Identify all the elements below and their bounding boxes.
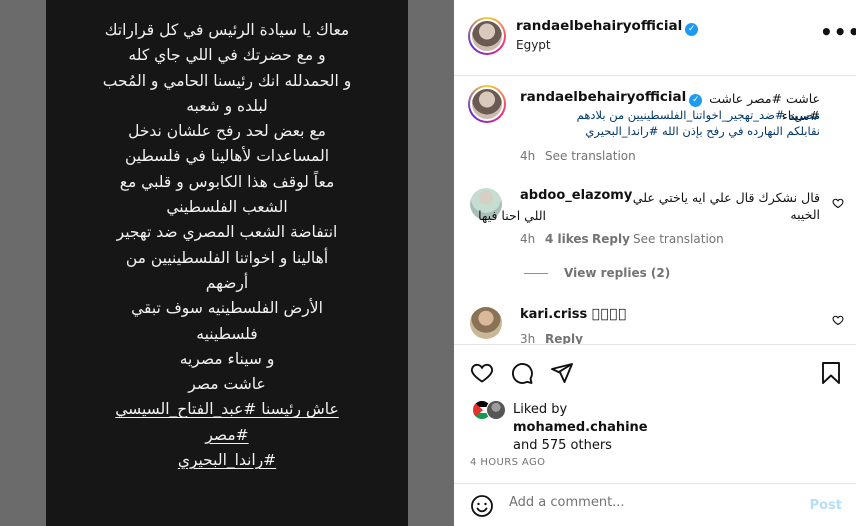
like-comment-heart-icon[interactable] <box>832 197 844 209</box>
liked-by-prefix: Liked by <box>513 402 568 417</box>
caption-time: 4h <box>520 149 536 163</box>
story-line: عاشت مصر <box>188 375 266 394</box>
story-line: و مع حضرتك في اللي جاي كله <box>128 46 326 65</box>
story-line: فلسطينيه <box>196 324 258 343</box>
story-line: معاً لوقف هذا الكابوس و قلبي مع <box>119 172 335 191</box>
media-backdrop: معاك يا سيادة الرئيس في كل قراراتك و مع … <box>0 0 454 526</box>
post-comment-button[interactable]: Post <box>810 498 842 513</box>
story-line: الشعب الفلسطيني <box>166 198 288 217</box>
emoji-smiley-icon[interactable] <box>470 494 494 518</box>
caption-text-line3: نقابلكم النهارده في رفح بإذن الله #راندا… <box>585 124 820 138</box>
comments-section[interactable]: randaelbehairyofficial ✓ عاشت #مصر عاشت #… <box>454 77 856 344</box>
like-heart-icon[interactable] <box>470 361 494 385</box>
liked-by-others[interactable]: and 575 others <box>513 438 612 453</box>
post-timestamp[interactable]: 4 HOURS AGO <box>470 457 545 468</box>
liked-by-user[interactable]: mohamed.chahine <box>513 420 648 435</box>
story-text: معاك يا سيادة الرئيس في كل قراراتك و مع … <box>46 18 408 473</box>
story-image: معاك يا سيادة الرئيس في كل قراراتك و مع … <box>46 0 408 526</box>
story-line: المساعدات لأهالينا في فلسطين <box>124 147 330 166</box>
more-options-icon[interactable]: ••• <box>820 20 856 44</box>
story-line: معاك يا سيادة الرئيس في كل قراراتك <box>104 21 350 39</box>
verified-badge-icon: ✓ <box>685 23 699 36</box>
comment-reply-text[interactable]: Reply <box>592 232 630 246</box>
story-line: مع بعض لحد رفح علشان ندخل <box>128 122 326 141</box>
story-line: أرضهم <box>205 273 249 292</box>
comment-reply[interactable]: Reply <box>545 332 583 344</box>
post-header: randaelbehairyofficial✓ Egypt ••• <box>454 0 856 76</box>
comment-reply[interactable]: Reply <box>592 232 630 246</box>
post-location[interactable]: Egypt <box>516 38 551 52</box>
save-bookmark-icon[interactable] <box>820 361 842 385</box>
post-actions: Liked by mohamed.chahine and 575 others … <box>454 344 856 524</box>
story-line: انتفاضة الشعب المصري ضد تهجير <box>116 223 338 242</box>
share-send-icon[interactable] <box>550 361 574 385</box>
comment-username-text[interactable]: kari.criss <box>520 307 587 322</box>
commenter-avatar[interactable] <box>470 307 502 339</box>
liker-avatar[interactable] <box>486 400 506 420</box>
comment-username[interactable]: kari.criss      <box>520 307 627 322</box>
author-username[interactable]: randaelbehairyofficial ✓ <box>516 18 699 36</box>
story-line: أهالينا و اخواتنا الفلسطينيين من <box>125 248 329 267</box>
comment-time: 4h <box>520 232 536 246</box>
story-hashtag-line: عاش رئيسنا #عبد_الفتاح_السيسي <box>46 397 408 422</box>
story-line: لبلده و شعبه <box>186 96 268 115</box>
story-hashtag-line: #راندا_البحيري <box>46 448 408 473</box>
comment-likes-text[interactable]: 4 likes <box>545 232 589 246</box>
like-comment-heart-icon[interactable] <box>832 314 844 326</box>
view-replies-text[interactable]: View replies (2) <box>564 266 670 280</box>
replies-divider <box>524 273 548 274</box>
caption-username-text[interactable]: randaelbehairyofficial <box>520 89 686 105</box>
author-avatar[interactable] <box>468 17 506 55</box>
comment-see-translation[interactable]: See translation <box>633 232 724 246</box>
story-hashtag-text: عاش رئيسنا #عبد_الفتاح_السيسي <box>115 400 339 419</box>
story-line: و سيناء مصريه <box>179 349 275 368</box>
story-hashtag-line: #مصر <box>46 423 408 448</box>
comment-likes[interactable]: 4 likes <box>545 232 589 246</box>
caption-see-translation[interactable]: See translation <box>545 149 636 163</box>
story-line: الأرض الفلسطينيه سوف تبقي <box>131 299 323 318</box>
comment-text-line1: قال نشكرك قال علي ايه ياختي علي الخيبه <box>632 190 820 222</box>
comment-bubble-icon[interactable] <box>510 361 534 385</box>
caption-text-line2: مصريه #ضد_تهجير_اخواتنا_الفلسطينيين من ب… <box>576 108 820 122</box>
story-hashtag-text: #مصر <box>205 425 249 444</box>
add-comment-bar: Post <box>454 483 856 526</box>
comment-reply-text[interactable]: Reply <box>545 332 583 344</box>
story-hashtag-text: #راندا_البحيري <box>177 451 277 470</box>
post-panel: randaelbehairyofficial✓ Egypt ••• randae… <box>454 0 856 526</box>
story-line: و الحمدلله انك رئيسنا الحامي و المُحب <box>102 71 352 90</box>
add-comment-input[interactable] <box>509 495 789 510</box>
comment-text:      <box>591 307 628 322</box>
comment-text-line2: اللي احنا فيها <box>478 208 546 223</box>
author-username-text[interactable]: randaelbehairyofficial <box>516 18 682 34</box>
comment-time: 3h <box>520 332 536 344</box>
view-replies-button[interactable]: View replies (2) <box>564 266 670 280</box>
